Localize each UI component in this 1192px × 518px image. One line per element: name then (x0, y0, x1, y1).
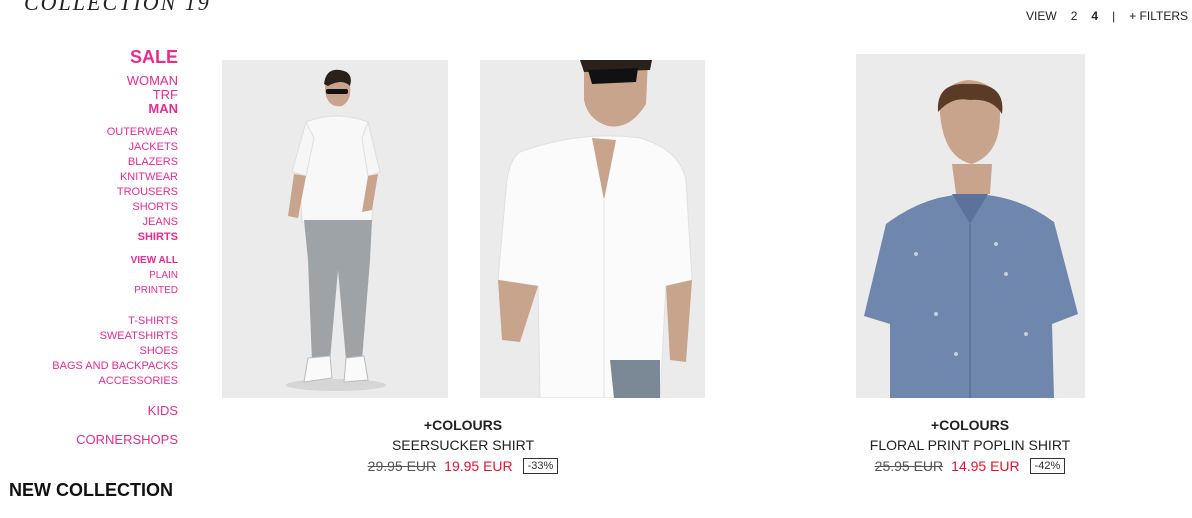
sidebar-item-woman[interactable]: WOMAN (0, 74, 178, 88)
toolbar-divider: | (1112, 9, 1116, 23)
sale-price: 19.95 EUR (444, 458, 513, 474)
sidebar-subitem-printed[interactable]: PRINTED (0, 283, 178, 298)
product-image-seersucker-closeup[interactable] (480, 60, 705, 398)
sidebar-item-t-shirts[interactable]: T-SHIRTS (0, 314, 178, 329)
product-image-floral-shirt[interactable] (856, 54, 1085, 398)
sidebar-item-outerwear[interactable]: OUTERWEAR (0, 125, 178, 140)
old-price: 29.95 EUR (367, 458, 437, 474)
colours-link[interactable]: +COLOURS (850, 416, 1090, 434)
sidebar-item-jackets[interactable]: JACKETS (0, 140, 178, 155)
sidebar-item-sale[interactable]: SALE (0, 46, 178, 68)
sidebar-item-bags[interactable]: BAGS AND BACKPACKS (0, 359, 178, 374)
sidebar-item-man[interactable]: MAN (0, 102, 178, 116)
discount-badge: -42% (1029, 458, 1066, 474)
sidebar-item-shorts[interactable]: SHORTS (0, 200, 178, 215)
sidebar-item-sweatshirts[interactable]: SWEATSHIRTS (0, 329, 178, 344)
view-label: VIEW (1026, 9, 1057, 23)
view-toolbar: VIEW 2 4 | + FILTERS (1026, 9, 1188, 23)
sidebar-nav: SALE WOMAN TRF MAN OUTERWEAR JACKETS BLA… (0, 46, 178, 448)
sidebar-item-blazers[interactable]: BLAZERS (0, 155, 178, 170)
view-option-2[interactable]: 2 (1071, 9, 1078, 23)
sidebar-item-knitwear[interactable]: KNITWEAR (0, 170, 178, 185)
sidebar-item-shoes[interactable]: SHOES (0, 344, 178, 359)
new-collection-link[interactable]: NEW COLLECTION (9, 480, 173, 501)
colours-link[interactable]: +COLOURS (343, 416, 583, 434)
product-name[interactable]: SEERSUCKER SHIRT (343, 436, 583, 454)
filters-button[interactable]: + FILTERS (1129, 9, 1188, 23)
sidebar-item-trf[interactable]: TRF (0, 88, 178, 102)
discount-badge: -33% (522, 458, 559, 474)
sidebar-subitem-view-all[interactable]: VIEW ALL (0, 253, 178, 268)
sidebar-item-trousers[interactable]: TROUSERS (0, 185, 178, 200)
product-name[interactable]: FLORAL PRINT POPLIN SHIRT (850, 436, 1090, 454)
price-row: 25.95 EUR 14.95 EUR -42% (850, 457, 1090, 475)
price-row: 29.95 EUR 19.95 EUR -33% (343, 457, 583, 475)
product-card-floral[interactable]: +COLOURS FLORAL PRINT POPLIN SHIRT 25.95… (850, 416, 1090, 475)
product-image-seersucker-full[interactable] (222, 60, 448, 398)
sidebar-item-accessories[interactable]: ACCESSORIES (0, 374, 178, 389)
old-price: 25.95 EUR (874, 458, 944, 474)
sidebar-item-jeans[interactable]: JEANS (0, 215, 178, 230)
sale-price: 14.95 EUR (951, 458, 1020, 474)
product-card-seersucker[interactable]: +COLOURS SEERSUCKER SHIRT 29.95 EUR 19.9… (343, 416, 583, 475)
view-option-4[interactable]: 4 (1091, 9, 1098, 23)
sidebar-item-kids[interactable]: KIDS (0, 403, 178, 419)
brand-logo[interactable]: COLLECTION 19 (24, 0, 211, 16)
sidebar-item-shirts[interactable]: SHIRTS (0, 230, 178, 245)
sidebar-item-cornershops[interactable]: CORNERSHOPS (0, 432, 178, 448)
sidebar-subitem-plain[interactable]: PLAIN (0, 268, 178, 283)
